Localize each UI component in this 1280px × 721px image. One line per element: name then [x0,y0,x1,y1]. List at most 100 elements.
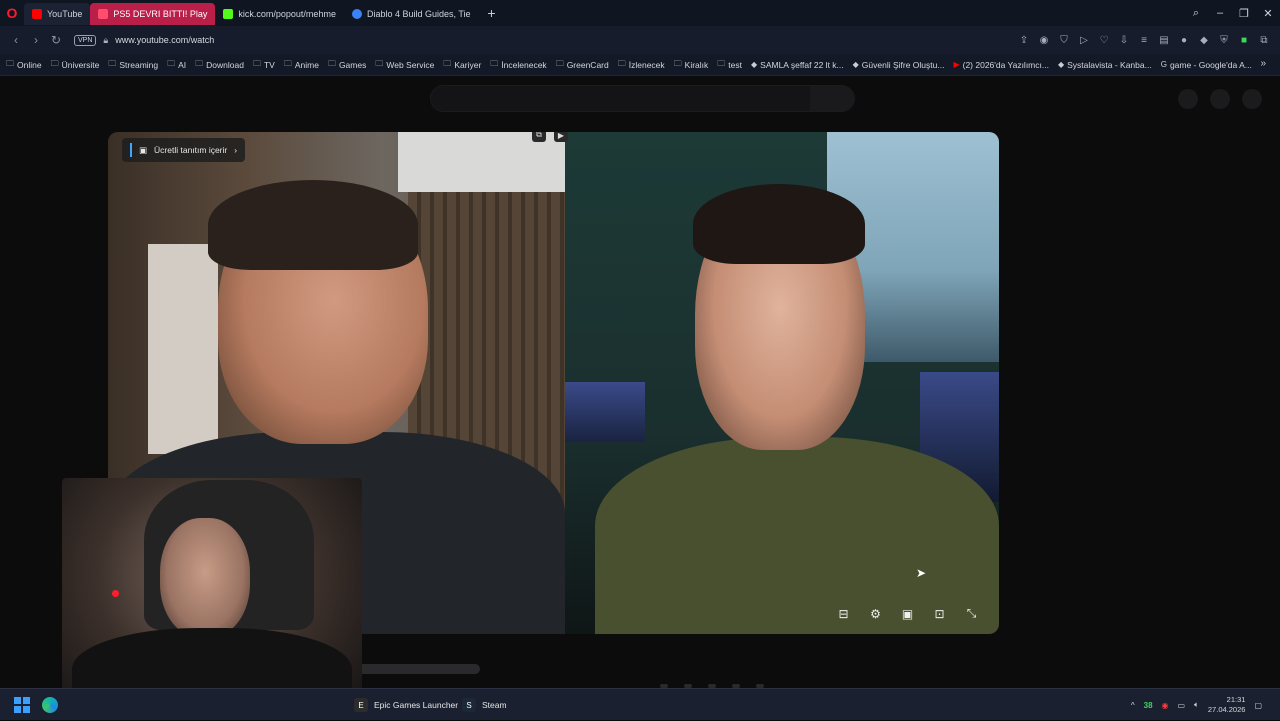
volume-icon[interactable]: 🔈︎ [1194,700,1199,710]
notification-icon[interactable]: ▢ [1254,701,1262,710]
vpn-badge[interactable]: VPN [74,34,97,46]
tab-diablo-guides[interactable]: Diablo 4 Build Guides, Tie [344,3,479,25]
forward-icon[interactable]: › [26,33,46,47]
copy-icon[interactable]: ⧉ [532,132,546,142]
taskbar-app-steam[interactable]: S Steam [462,689,507,721]
epic-icon: E [354,698,368,712]
new-tab-button[interactable]: + [483,4,501,22]
bookmark-label: İncelenecek [501,59,547,70]
bookmark-item[interactable]: ◆ Systalavista - Kanba... [1058,60,1152,70]
wallet-icon[interactable]: ▤ [1154,35,1174,46]
bookmark-item[interactable]: 🗀︎ Streaming [108,58,158,72]
vpn-shield-icon[interactable]: ⛨ [1214,35,1234,46]
green-extension-icon[interactable]: ■ [1234,35,1254,46]
clock[interactable]: 21:31 27.04.2026 [1208,695,1246,715]
skip-icon[interactable]: ▶ [554,132,568,142]
reload-icon[interactable]: ↻ [46,33,66,47]
bookmark-label: Güvenli Şifre Oluştu... [861,59,945,70]
promo-icon: ▣ [139,144,148,155]
speaker-icon [98,9,109,19]
bookmark-item[interactable]: 🗀︎ Üniversite [51,58,100,72]
menu-icon[interactable]: ≡ [1134,35,1154,46]
maximize-button[interactable]: ❐ [1232,7,1256,20]
player-top-icons: ⧉ ▶ [532,132,568,142]
profile-icon[interactable]: ● [1174,35,1194,46]
bookmark-item[interactable]: 🗀︎ TV [253,58,275,72]
url-field[interactable]: www.youtube.com/watch [115,35,214,45]
bookmark-item[interactable]: 🗀︎ AI [167,58,186,72]
tab-label: YouTube [47,9,83,19]
edge-icon[interactable] [42,697,58,713]
youtube-icon: ▶ [953,60,960,69]
folder-icon: 🗀︎ [327,58,336,68]
subtitles-icon[interactable]: ⊟ [834,604,853,623]
bookmark-label: Üniversite [61,59,100,70]
bookmark-item[interactable]: ◆ SAMLA şeffaf 22 lt k... [751,60,844,70]
download-icon[interactable]: ⇩ [1114,35,1134,46]
bookmark-item[interactable]: 🗀︎ İzlenecek [618,58,665,72]
fullscreen-icon[interactable]: ⤡ [962,604,981,623]
tray-app-icon[interactable]: ◉ [1162,701,1169,710]
extension-icon[interactable]: ◆ [1194,35,1214,46]
opera-logo[interactable]: O [0,0,24,26]
bookmark-item[interactable]: ▶ (2) 2026'da Yazılımcı... [953,60,1049,70]
bookmark-item[interactable]: 🗀︎ Online [6,58,42,72]
bookmark-item[interactable]: 🗀︎ test [717,58,742,72]
bookmark-item[interactable]: 🗀︎ Web Service [375,58,434,72]
notifications-icon[interactable] [1210,89,1230,109]
streamer-webcam-overlay [62,478,362,720]
back-icon[interactable]: ‹ [6,33,26,47]
chevron-right-icon: › [234,145,238,155]
bookmark-label: Online [17,59,42,70]
bookmark-item[interactable]: 🗀︎ Anime [284,58,319,72]
search-button[interactable] [810,86,854,111]
windows-start-icon[interactable] [14,697,30,713]
bookmark-label: Streaming [119,59,159,70]
bookmark-item[interactable]: 🗀︎ Kariyer [443,58,481,72]
folder-icon: 🗀︎ [50,58,59,68]
bookmark-label: Kariyer [454,59,482,70]
taskbar-app-epic[interactable]: E Epic Games Launcher [354,689,458,721]
bookmarks-more-icon[interactable]: » [1260,58,1266,69]
search-input[interactable] [430,85,855,112]
close-button[interactable]: ✕ [1256,7,1280,20]
create-icon[interactable] [1178,89,1198,109]
miniplayer-icon[interactable]: ▣ [898,604,917,623]
play-icon[interactable]: ▷ [1074,35,1094,46]
extensions-icon[interactable]: ⧉ [1254,35,1274,46]
network-icon[interactable]: ▭ [1178,701,1186,710]
tray-chevron-icon[interactable]: ^ [1131,701,1135,710]
bookmark-label: İzlenecek [628,59,665,70]
bookmark-item[interactable]: 🗀︎ Kiralık [674,58,709,72]
site-icon [351,9,362,19]
accent-bar [130,143,132,157]
share-icon[interactable]: ⇪ [1014,35,1034,46]
cast-icon[interactable]: ⊡ [930,604,949,623]
paid-promotion-badge[interactable]: ▣ Ücretli tanıtım içerir › [122,138,246,162]
heart-icon[interactable]: ♡ [1094,35,1114,46]
bookmark-item[interactable]: 🗀︎ İncelenecek [490,58,546,72]
settings-icon[interactable]: ⚙ [866,604,885,623]
bookmark-item[interactable]: Ggame - Google'da A... [1161,60,1252,70]
horizontal-scrollbar[interactable] [342,664,480,674]
camera-icon[interactable]: ◉ [1034,35,1054,46]
bookmark-label: Kiralık [684,59,709,70]
guest-hair [208,180,418,270]
bookmark-item[interactable]: ◆ Güvenli Şifre Oluştu... [853,60,945,70]
lock-icon[interactable]: 🔒︎ [103,35,108,46]
bookmark-label: TV [263,59,275,70]
tray-counter[interactable]: 38 [1144,701,1153,710]
avatar[interactable] [1242,89,1262,109]
shield-icon[interactable]: ⛉ [1054,35,1074,46]
tab-kick[interactable]: kick.com/popout/mehme [215,3,344,25]
windows-taskbar: E Epic Games Launcher S Steam ^ 38 ◉ ▭ 🔈… [0,688,1280,720]
tab-playing-video[interactable]: PS5 DEVRI BITTI! Play [90,3,216,25]
bookmark-item[interactable]: 🗀︎ Games [328,58,366,72]
site-icon: ◆ [751,60,758,69]
search-tabs-icon[interactable]: ⌕ [1184,7,1208,20]
minimize-button[interactable]: – [1208,7,1232,19]
bookmark-item[interactable]: 🗀︎ GreenCard [556,58,609,72]
system-tray: ^ 38 ◉ ▭ 🔈︎ 21:31 27.04.2026 ▢ [1131,689,1280,721]
bookmark-item[interactable]: 🗀︎ Download [195,58,244,72]
tab-youtube[interactable]: YouTube [24,3,91,25]
